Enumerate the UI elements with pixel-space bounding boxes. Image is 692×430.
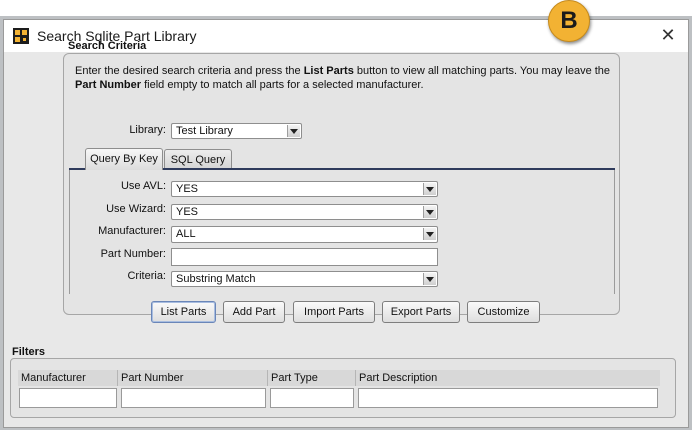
list-parts-button[interactable]: List Parts <box>151 301 216 323</box>
manufacturer-value: ALL <box>176 228 196 240</box>
part-type-filter-input[interactable] <box>270 388 354 408</box>
part-number-label: Part Number: <box>100 248 166 260</box>
criteria-select[interactable]: Substring Match <box>171 271 438 287</box>
criteria-value: Substring Match <box>176 273 256 285</box>
instructions-part: button to view all matching parts. You m… <box>353 65 611 77</box>
use-wizard-label: Use Wizard: <box>106 203 166 215</box>
column-header-manufacturer[interactable]: Manufacturer <box>18 370 118 386</box>
add-part-button[interactable]: Add Part <box>223 301 285 323</box>
tab-sql-query[interactable]: SQL Query <box>164 149 232 170</box>
instructions-part: field empty to match all parts for a sel… <box>141 79 424 91</box>
export-parts-button[interactable]: Export Parts <box>382 301 460 323</box>
use-wizard-value: YES <box>176 206 199 218</box>
filters-heading: Filters <box>12 346 46 358</box>
use-avl-select[interactable]: YES <box>171 181 438 197</box>
library-label: Library: <box>129 124 166 136</box>
part-number-filter-input[interactable] <box>121 388 266 408</box>
instructions-bold: List Parts <box>303 65 354 77</box>
manufacturer-filter-input[interactable] <box>19 388 117 408</box>
library-select[interactable]: Test Library <box>171 123 302 139</box>
instructions-bold: Part Number <box>75 79 142 91</box>
use-avl-value: YES <box>176 183 199 195</box>
instructions-part: Enter the desired search criteria and pr… <box>75 65 304 77</box>
library-value: Test Library <box>176 125 233 137</box>
close-icon[interactable]: ✕ <box>658 25 678 45</box>
tab-query-by-key[interactable]: Query By Key <box>85 148 163 170</box>
column-header-part-number[interactable]: Part Number <box>118 370 268 386</box>
customize-button[interactable]: Customize <box>467 301 540 323</box>
chevron-down-icon[interactable] <box>423 228 436 240</box>
chevron-down-icon[interactable] <box>287 125 300 137</box>
callout-badge: B <box>548 0 590 42</box>
part-number-input[interactable] <box>171 248 438 266</box>
import-parts-button[interactable]: Import Parts <box>293 301 375 323</box>
chevron-down-icon[interactable] <box>423 273 436 285</box>
manufacturer-combo[interactable]: ALL <box>171 226 438 243</box>
manufacturer-label: Manufacturer: <box>98 225 166 237</box>
part-description-filter-input[interactable] <box>358 388 658 408</box>
instructions-text: Enter the desired search criteria and pr… <box>75 64 620 92</box>
column-header-part-type[interactable]: Part Type <box>268 370 356 386</box>
use-wizard-select[interactable]: YES <box>171 204 438 220</box>
chevron-down-icon[interactable] <box>423 206 436 218</box>
use-avl-label: Use AVL: <box>120 180 166 192</box>
criteria-label: Criteria: <box>127 270 166 282</box>
column-header-part-description[interactable]: Part Description <box>356 370 660 386</box>
search-criteria-heading: Search Criteria <box>68 40 147 52</box>
chevron-down-icon[interactable] <box>423 183 436 195</box>
app-icon <box>13 28 29 44</box>
